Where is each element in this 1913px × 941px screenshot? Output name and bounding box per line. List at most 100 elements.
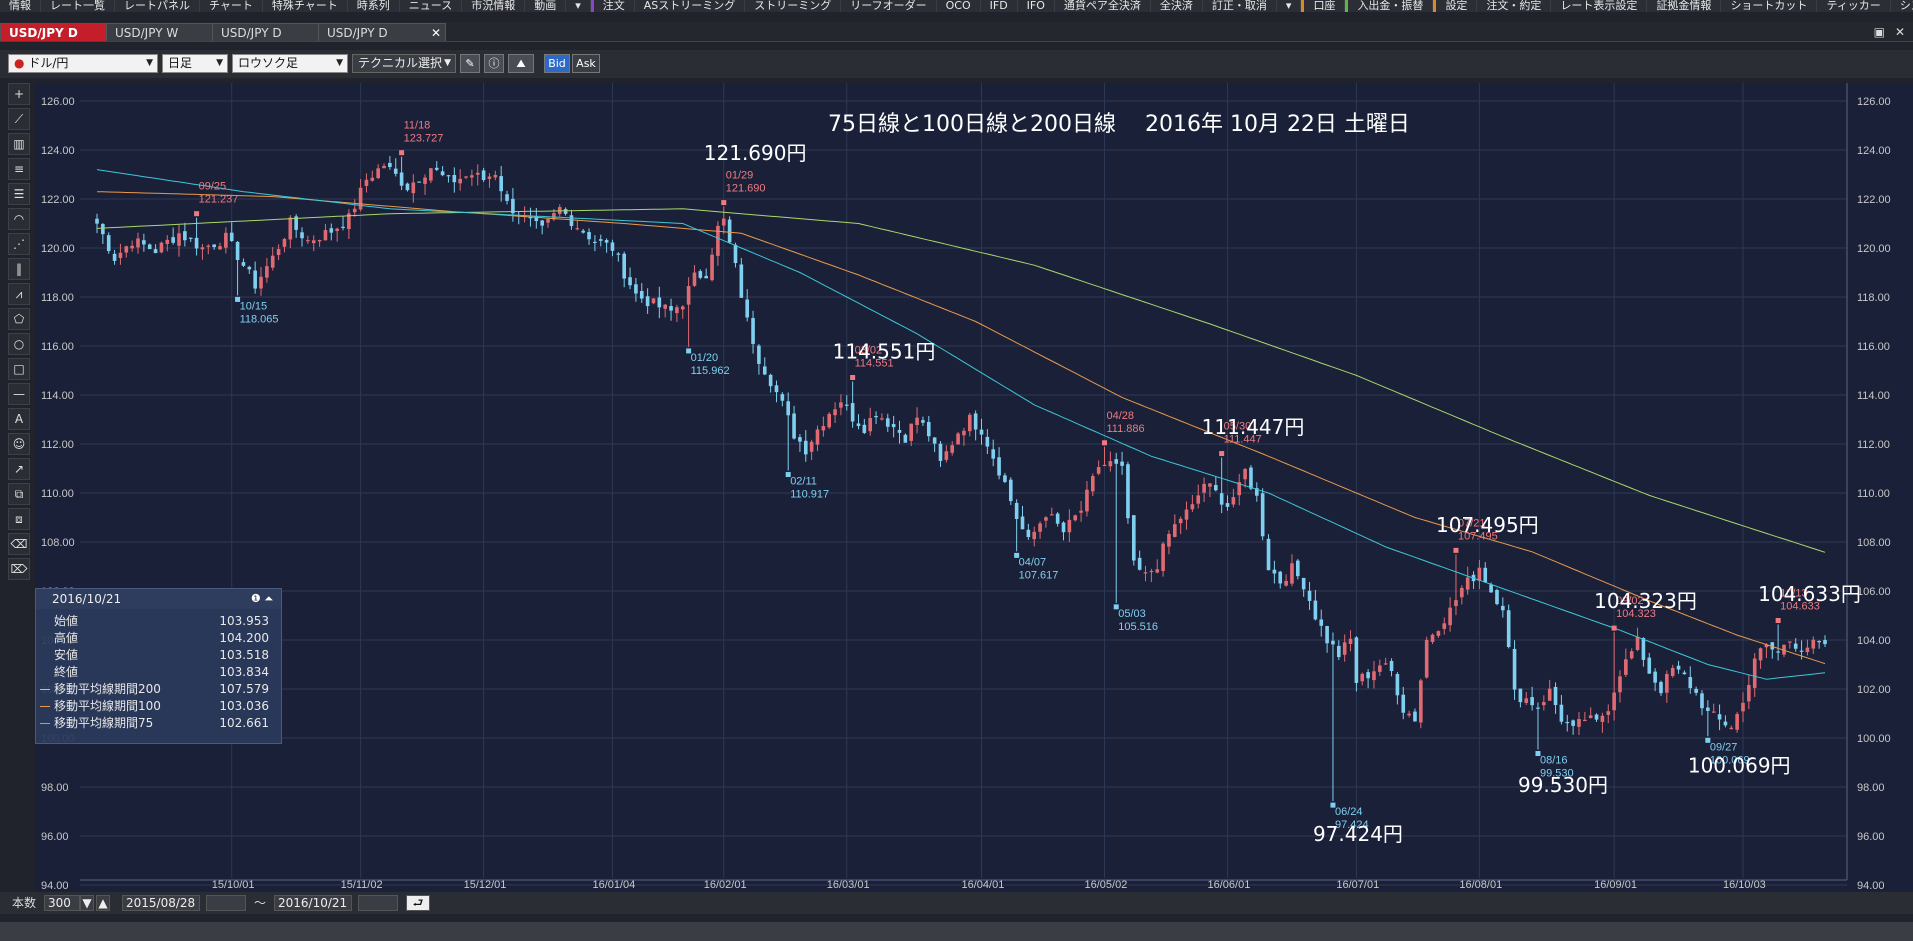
bid-button[interactable]: Bid: [544, 54, 570, 73]
menu-item-8[interactable]: 動画: [525, 0, 567, 12]
pitchfork-icon[interactable]: ⩘: [8, 283, 30, 305]
menu-item-22[interactable]: 入出金・振替: [1345, 0, 1434, 12]
price-callout: 104.633円: [1758, 582, 1861, 606]
candle-body: [1600, 715, 1605, 722]
from-date-input[interactable]: 2015/08/28: [122, 895, 200, 911]
menu-item-17[interactable]: 通貨ペア全決済: [1055, 0, 1151, 12]
arc-icon[interactable]: ◠: [8, 208, 30, 230]
horizontal-lines-icon[interactable]: ≡: [8, 158, 30, 180]
circle-icon[interactable]: ○: [8, 333, 30, 355]
candle-body: [1688, 677, 1693, 689]
info-icon[interactable]: ⓘ: [484, 54, 504, 73]
to-date-input[interactable]: 2016/10/21: [274, 895, 352, 911]
menu-item-11[interactable]: ASストリーミング: [635, 0, 746, 12]
chart-type-select[interactable]: ロウソク足 ▼: [232, 54, 348, 73]
mountain-chart-icon[interactable]: ⛰: [508, 54, 534, 73]
candle-body: [171, 237, 175, 243]
chevron-up-icon[interactable]: ▲: [96, 895, 110, 911]
menu-item-4[interactable]: 特殊チャート: [263, 0, 348, 12]
technical-select[interactable]: テクニカル選択 ▼: [352, 54, 456, 73]
candle-body: [1102, 464, 1107, 467]
menu-item-29[interactable]: システム: [1891, 0, 1913, 12]
menu-item-18[interactable]: 全決済: [1151, 0, 1203, 12]
menu-item-9[interactable]: ▾: [566, 0, 591, 12]
menu-item-13[interactable]: リーフオーダー: [841, 0, 937, 12]
menu-item-6[interactable]: ニュース: [400, 0, 463, 12]
pentagon-icon[interactable]: ⬠: [8, 308, 30, 330]
info-icon[interactable]: ❶: [251, 592, 261, 605]
menu-item-25[interactable]: レート表示設定: [1551, 0, 1648, 12]
text-icon[interactable]: A: [8, 408, 30, 430]
vertical-lines-icon[interactable]: ‖: [8, 258, 30, 280]
maximize-icon[interactable]: ▣: [1874, 25, 1885, 39]
menu-item-1[interactable]: レート一覧: [41, 0, 115, 12]
enter-icon[interactable]: ⮐: [406, 895, 430, 911]
menu-item-2[interactable]: レートパネル: [115, 0, 200, 12]
eraser-all-icon[interactable]: ⌦: [8, 558, 30, 580]
candle-body: [124, 246, 129, 253]
chevron-down-icon: ▼: [216, 58, 223, 68]
candle-body: [815, 429, 820, 445]
candle-body: [803, 440, 808, 455]
crosshair-icon[interactable]: +: [8, 83, 30, 105]
price-chart[interactable]: 94.00 94.00 96.00 96.00 98.00 98.00 100.00 100.…: [35, 83, 1913, 895]
period-select[interactable]: 日足 ▼: [162, 54, 228, 73]
y-tick-label-right: 94.00: [1857, 880, 1885, 891]
candle-body: [991, 449, 996, 459]
menu-item-10[interactable]: 注文: [590, 0, 635, 12]
candle-body: [1213, 484, 1218, 491]
annotation-price: 121.237: [199, 194, 239, 206]
menu-item-27[interactable]: ショートカット: [1721, 0, 1818, 12]
menu-item-23[interactable]: 設定: [1433, 0, 1478, 12]
ruler-icon[interactable]: ▥: [8, 133, 30, 155]
menu-item-12[interactable]: ストリーミング: [745, 0, 842, 12]
rectangle-icon[interactable]: □: [8, 358, 30, 380]
fibonacci-icon[interactable]: ☰: [8, 183, 30, 205]
annotation-price: 121.690: [726, 183, 766, 195]
to-time-input[interactable]: [358, 895, 398, 911]
candle-body: [1530, 697, 1534, 706]
candle-body: [985, 436, 990, 447]
candle-body: [1424, 639, 1429, 678]
chevron-down-icon[interactable]: ▼: [80, 895, 94, 911]
copy-icon[interactable]: ⧉: [8, 483, 30, 505]
menu-item-15[interactable]: IFD: [981, 0, 1018, 12]
from-time-input[interactable]: [206, 895, 246, 911]
trendline-icon[interactable]: ⟋: [8, 108, 30, 130]
menu-item-7[interactable]: 市況情報: [462, 0, 526, 12]
smiley-icon[interactable]: ☺: [8, 433, 30, 455]
candle-body: [364, 179, 369, 186]
menu-item-21[interactable]: 口座: [1301, 0, 1346, 12]
candle-body: [1079, 510, 1083, 513]
annotation-date: 10/15: [240, 300, 268, 312]
pencil-icon[interactable]: ✎: [460, 54, 480, 73]
tab-usdjpy-d-3[interactable]: USD/JPY D ✕: [318, 23, 446, 41]
menu-item-0[interactable]: 情報: [0, 0, 41, 12]
horizontal-line-icon[interactable]: —: [8, 383, 30, 405]
menu-item-14[interactable]: OCO: [937, 0, 981, 12]
candle-body: [1407, 713, 1411, 716]
fan-icon[interactable]: ⋰: [8, 233, 30, 255]
layers-icon[interactable]: ⧈: [8, 508, 30, 530]
close-icon[interactable]: ✕: [431, 24, 441, 42]
menu-item-19[interactable]: 訂正・取消: [1203, 0, 1277, 12]
eraser-icon[interactable]: ⌫: [8, 533, 30, 555]
menu-item-26[interactable]: 証拠金情報: [1647, 0, 1722, 12]
chevron-down-icon: ▼: [146, 58, 153, 68]
menu-item-3[interactable]: チャート: [200, 0, 263, 12]
menu-item-24[interactable]: 注文・約定: [1477, 0, 1552, 12]
ask-button[interactable]: Ask: [572, 54, 600, 73]
menu-item-5[interactable]: 時系列: [348, 0, 400, 12]
currency-pair-select[interactable]: ● ドル/円 ▼: [8, 54, 158, 73]
candle-body: [1495, 590, 1499, 605]
candle-body: [1682, 672, 1687, 675]
cursor-icon[interactable]: ↗: [8, 458, 30, 480]
collapse-icon[interactable]: ⏶: [264, 592, 273, 605]
menu-item-20[interactable]: ▾: [1277, 0, 1302, 12]
count-input[interactable]: 300: [44, 895, 80, 911]
candle-body: [792, 413, 796, 439]
menu-item-28[interactable]: ティッカー: [1817, 0, 1891, 12]
menu-item-16[interactable]: IFO: [1018, 0, 1055, 12]
chart-canvas[interactable]: 94.00 94.00 96.00 96.00 98.00 98.00 100.00 100.…: [35, 83, 1913, 891]
close-icon[interactable]: ✕: [1895, 25, 1905, 39]
